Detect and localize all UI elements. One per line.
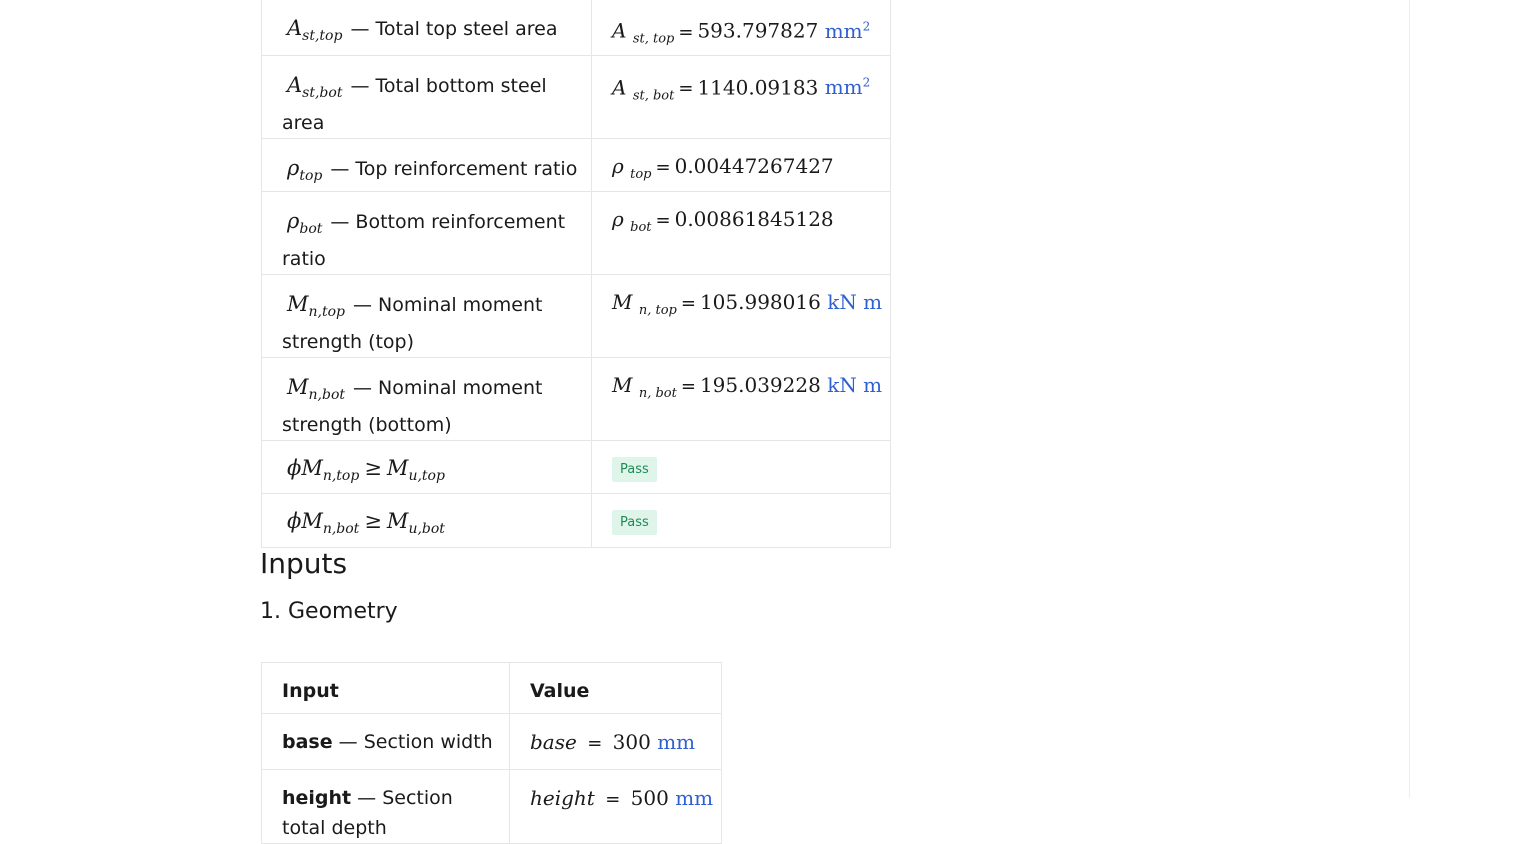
row-value: M n, top = 105.998016 kN m — [612, 289, 883, 318]
unit-label: kN m — [827, 372, 883, 397]
unit-label: mm — [675, 786, 714, 810]
table-row: ϕMn,top ≥ Mu,top Pass — [261, 439, 892, 494]
check-condition: ϕMn,bot ≥ Mu,bot — [287, 508, 445, 537]
symbol: ρtop — [287, 155, 323, 184]
table-row: ϕMn,bot ≥ Mu,bot Pass — [261, 492, 892, 548]
unit-label: kN m — [827, 289, 883, 314]
row-value: ρ bot = 0.00861845128 — [612, 206, 834, 235]
table-row: height — Section total depth height = 50… — [261, 769, 723, 844]
input-description: — Section width — [332, 731, 493, 753]
section-heading: Inputs — [260, 547, 348, 580]
content-divider — [1409, 0, 1410, 798]
row-description: — Total top steel area — [350, 18, 558, 40]
table-row: Mn,top — Nominal moment strength (top) M … — [261, 273, 892, 358]
subsection-heading: 1. Geometry — [260, 599, 398, 624]
check-condition: ϕMn,top ≥ Mu,top — [287, 455, 445, 484]
symbol: Ast,bot — [287, 72, 343, 101]
table-row: Mn,bot — Nominal moment strength (bottom)… — [261, 356, 892, 441]
table-row: base — Section width base = 300 mm — [261, 713, 723, 770]
symbol: Mn,top — [287, 291, 345, 320]
row-value: M n, bot = 195.039228 kN m — [612, 372, 883, 401]
status-badge: Pass — [612, 456, 657, 482]
unit-label: mm — [657, 730, 696, 754]
column-header-value: Value — [508, 662, 723, 714]
table-header-row: Input Value — [261, 662, 723, 714]
unit-label: mm2 — [824, 75, 871, 100]
table-row: Ast,bot — Total bottom steel area A st, b… — [261, 54, 892, 139]
table-row: ρbot — Bottom reinforcement ratio ρ bot = 0… — [261, 190, 892, 275]
symbol: ρbot — [287, 208, 323, 237]
row-description: — Bottom reinforcement ratio — [282, 210, 566, 270]
input-name: base — [282, 731, 333, 753]
results-table: Ast,top — Total top steel area A st, top =… — [261, 0, 892, 548]
row-value: ρ top = 0.00447267427 — [612, 153, 834, 182]
row-value: A st, bot = 1140.09183 mm2 — [612, 75, 871, 104]
unit-label: mm2 — [824, 18, 871, 43]
symbol: Mn,bot — [287, 374, 345, 403]
status-badge: Pass — [612, 509, 657, 535]
symbol: Ast,top — [287, 16, 343, 44]
input-value: height = 500 mm — [530, 786, 714, 810]
table-row: ρtop — Top reinforcement ratio ρ top = 0.00… — [261, 137, 892, 192]
input-value: base = 300 mm — [530, 730, 696, 754]
inputs-table: Input Value base — Section width base = … — [261, 662, 723, 844]
row-value: A st, top = 593.797827 mm2 — [612, 18, 871, 47]
table-row: Ast,top — Total top steel area A st, top =… — [261, 0, 892, 56]
input-name: height — [282, 787, 352, 809]
row-description: — Top reinforcement ratio — [330, 157, 578, 180]
column-header-input: Input — [261, 662, 510, 714]
